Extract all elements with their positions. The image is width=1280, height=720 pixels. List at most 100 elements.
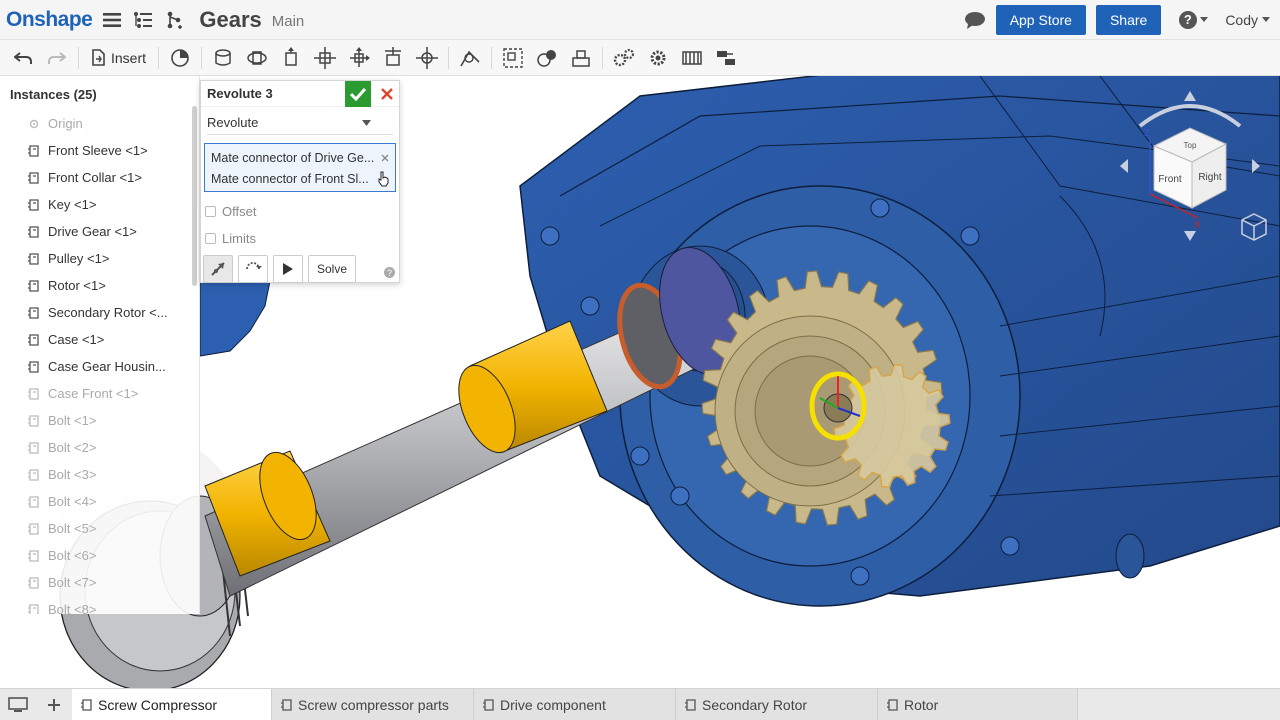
hamburger-menu-icon[interactable] [101, 9, 123, 31]
linear-relation-button[interactable] [709, 43, 743, 73]
rack-pinion-button[interactable] [641, 43, 675, 73]
rotate-down-icon [1184, 231, 1196, 241]
screw-relation-button[interactable] [675, 43, 709, 73]
relation-button[interactable] [530, 43, 564, 73]
instance-item[interactable]: Bolt <6> [0, 542, 199, 569]
instance-item[interactable]: Bolt <5> [0, 515, 199, 542]
tab-screw-compressor[interactable]: Screw Compressor [72, 689, 272, 720]
instance-item[interactable]: Bolt <2> [0, 434, 199, 461]
selection-item[interactable]: Mate connector of Drive Ge... [211, 147, 389, 168]
instance-label: Front Sleeve <1> [48, 143, 148, 158]
tab-drive-component[interactable]: Drive component [474, 689, 676, 720]
gear-relation-button[interactable] [607, 43, 641, 73]
instance-item[interactable]: Bolt <8> [0, 596, 199, 614]
reorient-secondary-axis-button[interactable] [238, 255, 268, 283]
rotate-axis-icon [246, 262, 262, 270]
undo-button[interactable] [6, 43, 40, 73]
help-menu[interactable]: ? [1175, 9, 1211, 31]
mate-type-select[interactable]: Revolute [207, 111, 393, 135]
animate-button[interactable] [273, 255, 303, 283]
version-graph-icon[interactable] [163, 9, 185, 31]
viewcube-right-label[interactable]: Right [1198, 172, 1222, 183]
part-instance-icon [26, 494, 42, 510]
planar-mate-button[interactable] [308, 43, 342, 73]
instance-list-scrollbar[interactable] [192, 106, 197, 286]
limits-option[interactable]: Limits [201, 225, 399, 252]
instance-item[interactable]: Drive Gear <1> [0, 218, 199, 245]
help-icon[interactable]: ? [384, 267, 395, 278]
part-instance-icon [26, 575, 42, 591]
chevron-down-icon [1262, 17, 1270, 22]
part-instance-icon [26, 305, 42, 321]
axis-z-label: Z [1144, 128, 1150, 139]
tangent-mate-button[interactable] [453, 43, 487, 73]
instance-item[interactable]: Case <1> [0, 326, 199, 353]
offset-option[interactable]: Offset [201, 198, 399, 225]
add-tab-button[interactable] [36, 689, 72, 720]
slider-mate-icon [285, 46, 297, 66]
selection-item-label: Mate connector of Drive Ge... [211, 150, 375, 165]
instance-item[interactable]: Front Sleeve <1> [0, 137, 199, 164]
instance-item[interactable]: Rotor <1> [0, 272, 199, 299]
mate-connectors-selection[interactable]: Mate connector of Drive Ge... Mate conne… [204, 143, 396, 192]
redo-icon [48, 51, 66, 64]
ball-mate-icon [416, 46, 439, 69]
instance-item[interactable]: Secondary Rotor <... [0, 299, 199, 326]
part-instance-icon [26, 413, 42, 429]
flip-axis-icon [211, 262, 225, 276]
insert-button[interactable]: Insert [83, 43, 154, 73]
top-header: Onshape Gears Main App Store Share ? Cod… [0, 0, 1280, 40]
fastened-mate-button[interactable] [206, 43, 240, 73]
share-button[interactable]: Share [1095, 4, 1162, 35]
cylindrical-mate-button[interactable] [342, 43, 376, 73]
workspace-branch: Main [271, 13, 305, 30]
instance-item[interactable]: Bolt <1> [0, 407, 199, 434]
limits-checkbox[interactable] [205, 233, 216, 244]
instance-item[interactable]: Front Collar <1> [0, 164, 199, 191]
ball-mate-button[interactable] [410, 43, 444, 73]
slider-mate-button[interactable] [274, 43, 308, 73]
viewcube-front-label[interactable]: Front [1158, 174, 1182, 185]
planar-mate-icon [314, 46, 337, 69]
instance-item[interactable]: Bolt <3> [0, 461, 199, 488]
offset-checkbox[interactable] [205, 206, 216, 217]
part-instance-icon [26, 170, 42, 186]
tab-label: Screw compressor parts [298, 696, 449, 713]
tab-rotor[interactable]: Rotor [878, 689, 1078, 720]
replicate-button[interactable] [564, 43, 598, 73]
selection-item-label: Mate connector of Front Sl... [211, 171, 369, 186]
instance-item[interactable]: Key <1> [0, 191, 199, 218]
offset-label: Offset [222, 204, 257, 219]
tab-secondary-rotor[interactable]: Secondary Rotor [676, 689, 878, 720]
comments-icon[interactable] [964, 9, 986, 31]
revolute-mate-button[interactable] [240, 43, 274, 73]
settings-gear-icon [650, 50, 666, 65]
pin-slot-mate-button[interactable] [376, 43, 410, 73]
instance-item[interactable]: Case Gear Housin... [0, 353, 199, 380]
redo-button[interactable] [40, 43, 74, 73]
accept-button[interactable] [345, 81, 371, 107]
app-store-button[interactable]: App Store [995, 4, 1086, 35]
axis-x-label: X [1194, 220, 1201, 231]
viewcube-top-label[interactable]: Top [1184, 141, 1197, 150]
instance-item[interactable]: Pulley <1> [0, 245, 199, 272]
tab-screw-compressor-parts[interactable]: Screw compressor parts [272, 689, 474, 720]
group-button[interactable] [496, 43, 530, 73]
feature-list-icon[interactable] [132, 9, 154, 31]
cancel-button[interactable] [375, 81, 399, 107]
flip-primary-axis-button[interactable] [203, 255, 233, 283]
tab-manager-button[interactable] [0, 689, 36, 720]
instance-item[interactable]: Bolt <4> [0, 488, 199, 515]
selection-item[interactable]: Mate connector of Front Sl... [211, 168, 389, 189]
instance-origin[interactable]: Origin [0, 110, 199, 137]
mate-connector-button[interactable] [163, 43, 197, 73]
solve-button[interactable]: Solve [308, 255, 357, 283]
instance-item[interactable]: Bolt <7> [0, 569, 199, 596]
onshape-logo[interactable]: Onshape [6, 8, 93, 32]
chevron-down-icon [362, 119, 371, 126]
document-title[interactable]: Gears [199, 7, 261, 33]
remove-selection-icon[interactable] [381, 154, 389, 162]
user-menu[interactable]: Cody [1225, 12, 1270, 28]
instance-item[interactable]: Case Front <1> [0, 380, 199, 407]
view-cube[interactable]: Top Front Right Z X [1110, 86, 1270, 266]
